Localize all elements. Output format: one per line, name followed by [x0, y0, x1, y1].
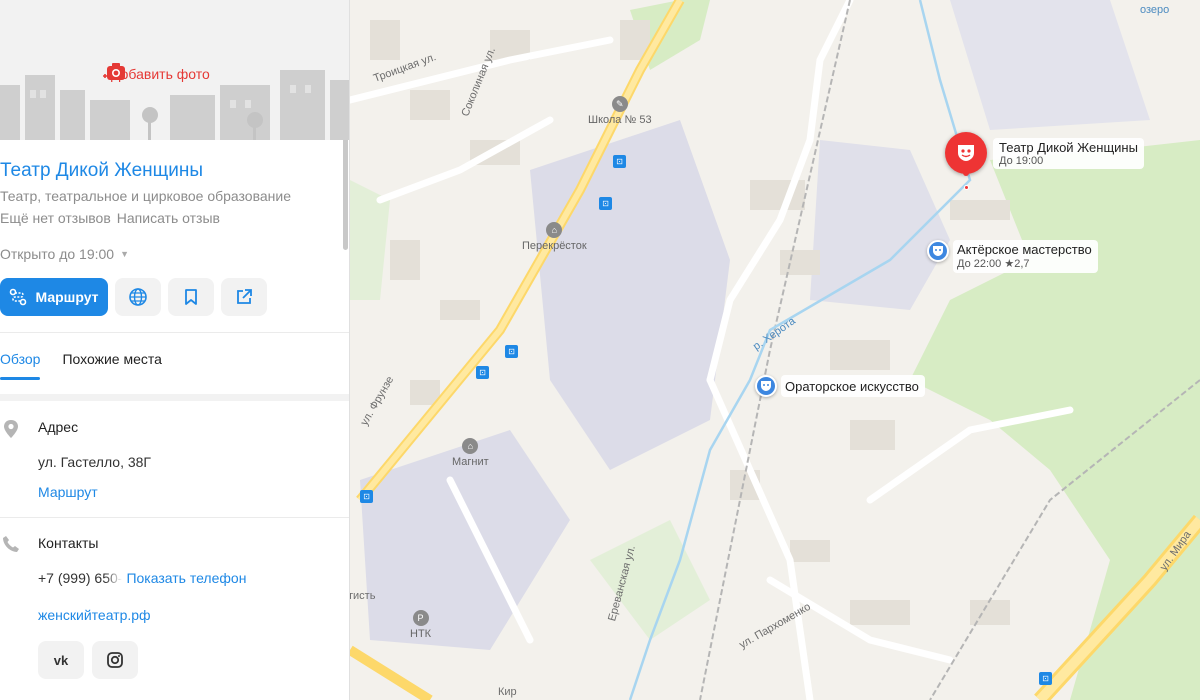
shopping-basket-icon: ⌂ [462, 438, 479, 454]
selected-place-hours: До 19:00 [999, 155, 1044, 167]
show-phone-link[interactable]: Показать телефон [126, 570, 246, 586]
write-review-link[interactable]: Написать отзыв [117, 210, 220, 226]
selected-place-name: Театр Дикой Женщины [999, 140, 1138, 155]
contacts-section: Контакты +7 (999) 650- Показать телефон … [0, 535, 349, 679]
school-icon: ✎ [611, 96, 628, 112]
caret-down-icon: ▼ [120, 249, 130, 259]
bus-stop-icon[interactable]: ⊡ [613, 155, 626, 168]
poi-perekrestok-label: Перекрёсток [522, 240, 587, 252]
route-icon [10, 288, 27, 306]
theatre-mask-icon [755, 375, 777, 397]
bus-stop-icon[interactable]: ⊡ [360, 490, 373, 503]
bus-stop-icon[interactable]: ⊡ [505, 345, 518, 358]
social-links: vk [38, 641, 349, 679]
place-category: Театр, театральное и цирковое образовани… [0, 188, 291, 204]
parking-icon: P [412, 610, 429, 626]
vk-button[interactable]: vk [38, 641, 84, 679]
bus-stop-icon[interactable]: ⊡ [599, 197, 612, 210]
phone-icon [3, 536, 19, 552]
divider [0, 517, 349, 518]
bus-stop-icon[interactable]: ⊡ [476, 366, 489, 379]
location-pin-icon [4, 420, 18, 438]
poi-magnit-label: Магнит [452, 456, 489, 468]
bookmark-button[interactable] [168, 278, 214, 316]
poi-magnit[interactable]: ⌂ Магнит [452, 438, 489, 468]
globe-icon [129, 288, 147, 306]
no-reviews-text: Ещё нет отзывов [0, 210, 111, 226]
instagram-icon [107, 652, 123, 668]
poi-ntk-label: НТК [410, 628, 432, 640]
place-acting-name: Актёрское мастерство [957, 242, 1092, 257]
poi-ntk[interactable]: P НТК [410, 610, 431, 640]
reviews-row: Ещё нет отзывов Написать отзыв [0, 210, 349, 226]
place-acting[interactable]: Актёрское мастерство До 22:00 ★2,7 [927, 240, 1098, 273]
shopping-basket-icon: ⌂ [546, 222, 563, 238]
photo-placeholder: Добавить фото [0, 0, 349, 140]
poi-school-label: Школа № 53 [588, 114, 652, 126]
add-photo-button[interactable]: Добавить фото [103, 63, 210, 82]
map-label-dentistry: тисть [350, 590, 376, 602]
map-canvas[interactable]: Троицкая ул. Соколиная ул. ул. Фрунзе Ер… [350, 0, 1200, 700]
map-background [350, 0, 1200, 700]
phone-partial: +7 (999) 650- [38, 570, 123, 586]
vk-icon: vk [53, 652, 69, 668]
place-oratory[interactable]: Ораторское искусство [755, 375, 925, 397]
tab-similar-places[interactable]: Похожие места [62, 351, 161, 375]
opening-hours[interactable]: Открыто до 19:00 ▼ [0, 246, 349, 262]
place-acting-rating: ★2,7 [1004, 258, 1030, 270]
action-buttons: Маршрут [0, 278, 349, 316]
website-button[interactable] [115, 278, 161, 316]
theatre-mask-icon [945, 132, 987, 176]
camera-icon [103, 63, 125, 80]
phone-row: +7 (999) 650- Показать телефон [38, 570, 349, 586]
route-button[interactable]: Маршрут [0, 278, 108, 316]
map-label-kir: Кир [498, 686, 517, 698]
share-icon [237, 289, 252, 304]
address-title: Адрес [38, 419, 79, 435]
route-button-label: Маршрут [35, 289, 99, 305]
address-section: Адрес ул. Гастелло, 38Г Маршрут [0, 419, 349, 500]
theatre-mask-icon [927, 240, 949, 262]
place-acting-hours: До 22:00 [957, 258, 1002, 270]
instagram-button[interactable] [92, 641, 138, 679]
share-button[interactable] [221, 278, 267, 316]
place-card-panel: Добавить фото Театр Дикой Женщины Театр,… [0, 0, 350, 700]
address-route-link[interactable]: Маршрут [38, 484, 349, 500]
poi-perekrestok[interactable]: ⌂ Перекрёсток [522, 222, 587, 252]
lake-label: озеро [1140, 4, 1170, 16]
bus-stop-icon[interactable]: ⊡ [1039, 672, 1052, 685]
tab-overview[interactable]: Обзор [0, 351, 41, 380]
selected-place-pin[interactable]: Театр Дикой Женщины До 19:00 [945, 132, 1144, 190]
poi-school[interactable]: ✎ Школа № 53 [588, 96, 652, 126]
opening-hours-text: Открыто до 19:00 [0, 246, 115, 262]
bookmark-icon [185, 289, 197, 305]
place-title: Театр Дикой Женщины [0, 160, 204, 181]
divider [0, 394, 349, 401]
place-oratory-name: Ораторское искусство [785, 379, 919, 394]
tab-bar: Обзор Похожие места [0, 332, 349, 392]
address-value[interactable]: ул. Гастелло, 38Г [38, 454, 349, 470]
website-link[interactable]: женскийтеатр.рф [38, 607, 349, 623]
contacts-title: Контакты [38, 535, 99, 551]
